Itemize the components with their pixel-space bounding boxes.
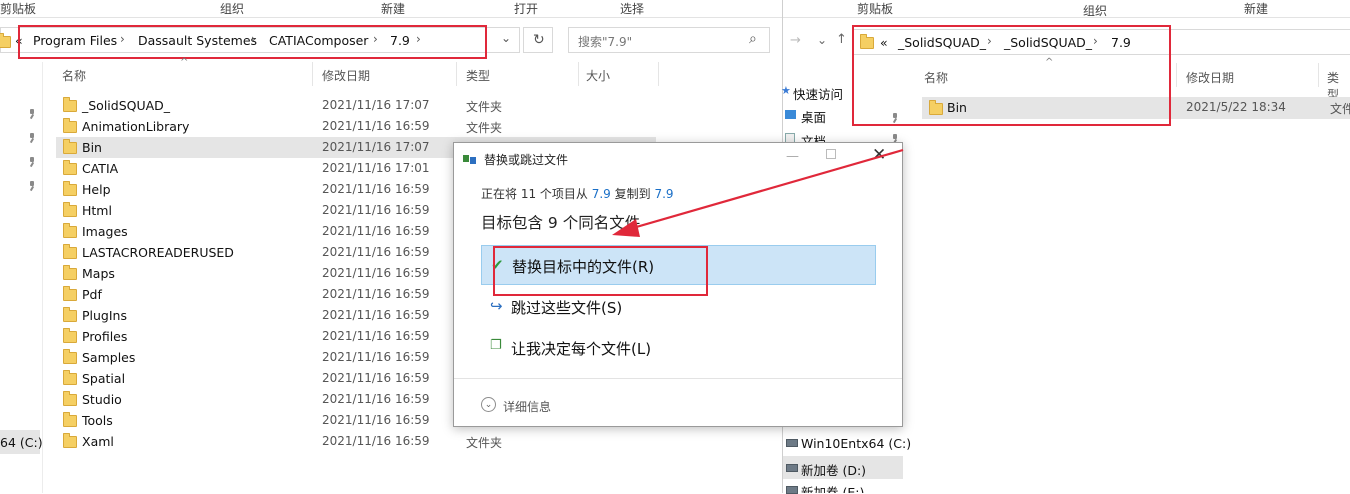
annotation-arrow <box>612 148 904 237</box>
annotation-arrow-head <box>612 219 640 237</box>
annotation-arrow-line <box>625 148 904 232</box>
